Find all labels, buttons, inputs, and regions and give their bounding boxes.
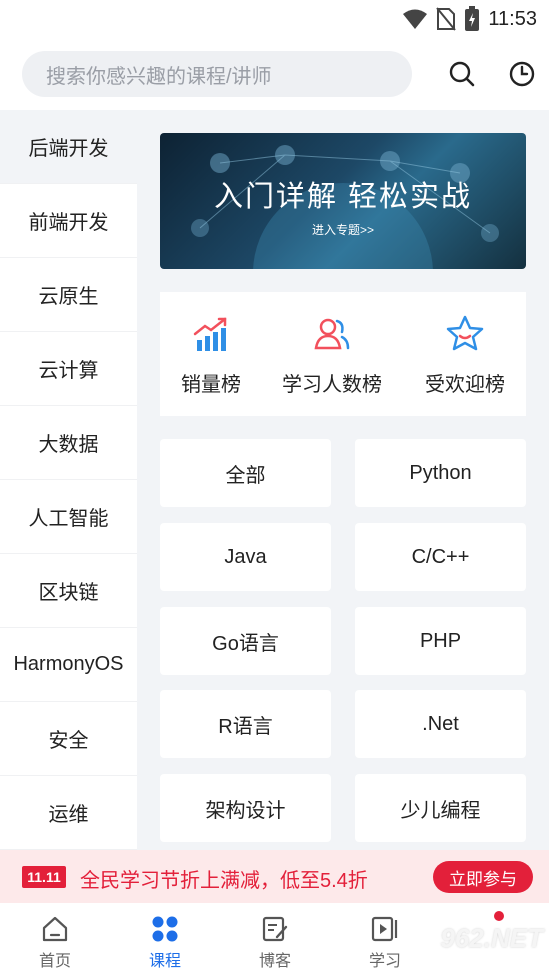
rank-popular[interactable]: 受欢迎榜 [414,292,516,416]
bar-chart-icon [193,317,227,351]
sidebar-item-security[interactable]: 安全 [0,702,137,776]
category-sidebar: 后端开发 前端开发 云原生 云计算 大数据 人工智能 区块链 HarmonyOS… [0,110,137,850]
bottom-nav: 首页 课程 博客 学习 962.NET [0,903,549,976]
category-kids-coding[interactable]: 少儿编程 [355,774,526,842]
wifi-icon [403,9,428,29]
nav-blog[interactable]: 博客 [220,903,330,976]
category-r[interactable]: R语言 [160,690,331,758]
sidebar-item-ops[interactable]: 运维 [0,776,137,850]
no-sim-icon [436,7,457,31]
sidebar-item-ai[interactable]: 人工智能 [0,480,137,554]
search-icon[interactable] [448,60,476,88]
category-go[interactable]: Go语言 [160,607,331,675]
battery-charging-icon [465,6,480,31]
star-icon [446,315,484,351]
edit-doc-icon [262,916,288,942]
nav-label-courses: 课程 [148,953,181,970]
banner-title: 入门详解 轻松实战 [213,181,473,213]
promo-text: 全民学习节折上满减，低至5.4折 [80,870,368,892]
nav-label-blog: 博客 [258,953,291,970]
sidebar-item-cloud-computing[interactable]: 云计算 [0,332,137,406]
sidebar-item-harmonyos[interactable]: HarmonyOS [0,628,137,702]
rank-sales[interactable]: 销量榜 [160,292,262,416]
main-content: 入门详解 轻松实战 进入专题>> 销量榜 学习人数榜 受欢迎榜 全部 Pytho… [137,110,549,850]
topic-banner[interactable]: 入门详解 轻松实战 进入专题>> [160,133,526,269]
play-icon [371,916,398,942]
history-clock-icon[interactable] [508,60,536,88]
category-java[interactable]: Java [160,523,331,591]
nav-courses[interactable]: 课程 [110,903,220,976]
category-php[interactable]: PHP [355,607,526,675]
nav-learning[interactable]: 学习 [330,903,440,976]
rank-label-popular: 受欢迎榜 [425,374,505,396]
category-architecture[interactable]: 架构设计 [160,774,331,842]
search-header: 搜索你感兴趣的课程/讲师 [0,38,549,110]
grid-icon [152,916,178,942]
sidebar-item-blockchain[interactable]: 区块链 [0,554,137,628]
join-now-button[interactable]: 立即参与 [433,861,533,893]
watermark: 962.NET [440,923,543,953]
status-bar: 11:53 [0,0,549,38]
search-placeholder: 搜索你感兴趣的课程/讲师 [46,65,272,88]
promo-bar: 11.11 全民学习节折上满减，低至5.4折 立即参与 [0,850,549,903]
banner-subtitle: 进入专题>> [311,223,375,237]
sidebar-item-cloud-native[interactable]: 云原生 [0,258,137,332]
home-icon [42,916,68,942]
search-input[interactable]: 搜索你感兴趣的课程/讲师 [22,51,412,97]
sidebar-item-frontend[interactable]: 前端开发 [0,184,137,258]
users-icon [314,318,350,350]
status-time: 11:53 [488,7,537,30]
rank-learners[interactable]: 学习人数榜 [272,292,392,416]
category-dotnet[interactable]: .Net [355,690,526,758]
category-all[interactable]: 全部 [160,439,331,507]
status-icons: 11:53 [402,6,537,32]
sidebar-item-big-data[interactable]: 大数据 [0,406,137,480]
promo-badge: 11.11 [22,866,66,888]
nav-label-learning: 学习 [368,953,401,970]
rank-label-sales: 销量榜 [181,374,241,396]
nav-home[interactable]: 首页 [0,903,110,976]
category-c-cpp[interactable]: C/C++ [355,523,526,591]
sidebar-item-backend[interactable]: 后端开发 [0,110,137,184]
nav-label-home: 首页 [38,953,71,970]
notification-dot [494,911,504,921]
category-python[interactable]: Python [355,439,526,507]
rank-label-learners: 学习人数榜 [282,374,382,396]
ranking-card: 销量榜 学习人数榜 受欢迎榜 [160,292,526,416]
